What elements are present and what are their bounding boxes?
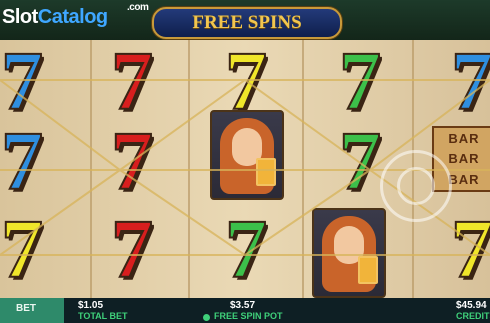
free-spin-pot-label: FREE SPIN POT: [214, 311, 283, 321]
total-bet-value: $1.05: [78, 300, 104, 311]
spin-button-inner-ring: [397, 167, 435, 205]
logo-text-catalog: Catalog: [37, 6, 108, 28]
total-bet-label: TOTAL BET: [78, 311, 128, 321]
logo-text-com: .com: [127, 2, 149, 13]
bet-button[interactable]: BET: [0, 298, 64, 323]
watermark-logo: SlotCatalog .com: [2, 2, 149, 29]
credits-label: CREDITS: [456, 311, 490, 321]
reel-area: 7 7 7 7 7 7 7 7 BAR BAR BAR 7 7 7 7: [0, 39, 490, 298]
credits-value: $45.94: [456, 300, 487, 311]
free-spins-title: FREE SPINS: [192, 12, 302, 33]
logo-text-slot: Slot: [2, 6, 38, 28]
free-spin-pot-value: $3.57: [230, 300, 256, 311]
bet-button-label: BET: [16, 303, 36, 314]
spin-button[interactable]: [380, 150, 452, 222]
bottom-bar: BET $1.05 TOTAL BET $3.57 FREE SPIN POT …: [0, 298, 490, 323]
top-bar: SlotCatalog .com FREE SPINS: [0, 0, 490, 40]
game-screen: SlotCatalog .com FREE SPINS 7 7 7 7 7 7 …: [0, 0, 490, 323]
pot-icon: [203, 314, 210, 321]
